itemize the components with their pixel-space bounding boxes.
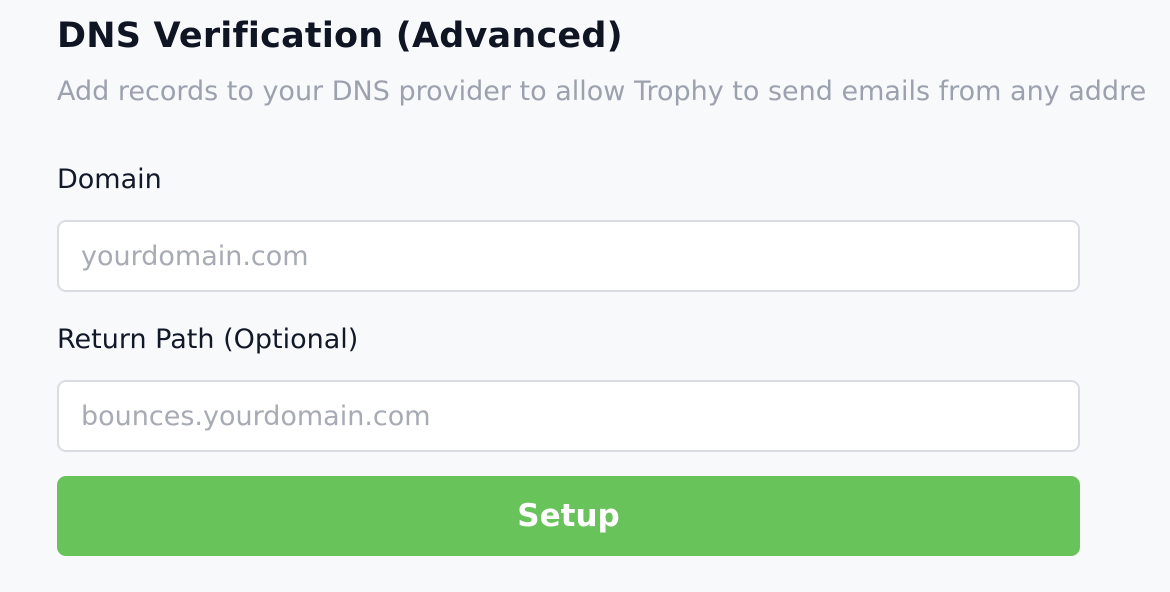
domain-input[interactable] (57, 220, 1080, 292)
domain-label: Domain (57, 164, 162, 195)
return-path-label: Return Path (Optional) (57, 324, 359, 355)
section-title: DNS Verification (Advanced) (57, 16, 623, 56)
setup-button[interactable]: Setup (57, 476, 1080, 556)
return-path-input[interactable] (57, 380, 1080, 452)
dns-verification-section: DNS Verification (Advanced) Add records … (57, 0, 1170, 592)
section-subtitle: Add records to your DNS provider to allo… (57, 76, 1147, 107)
